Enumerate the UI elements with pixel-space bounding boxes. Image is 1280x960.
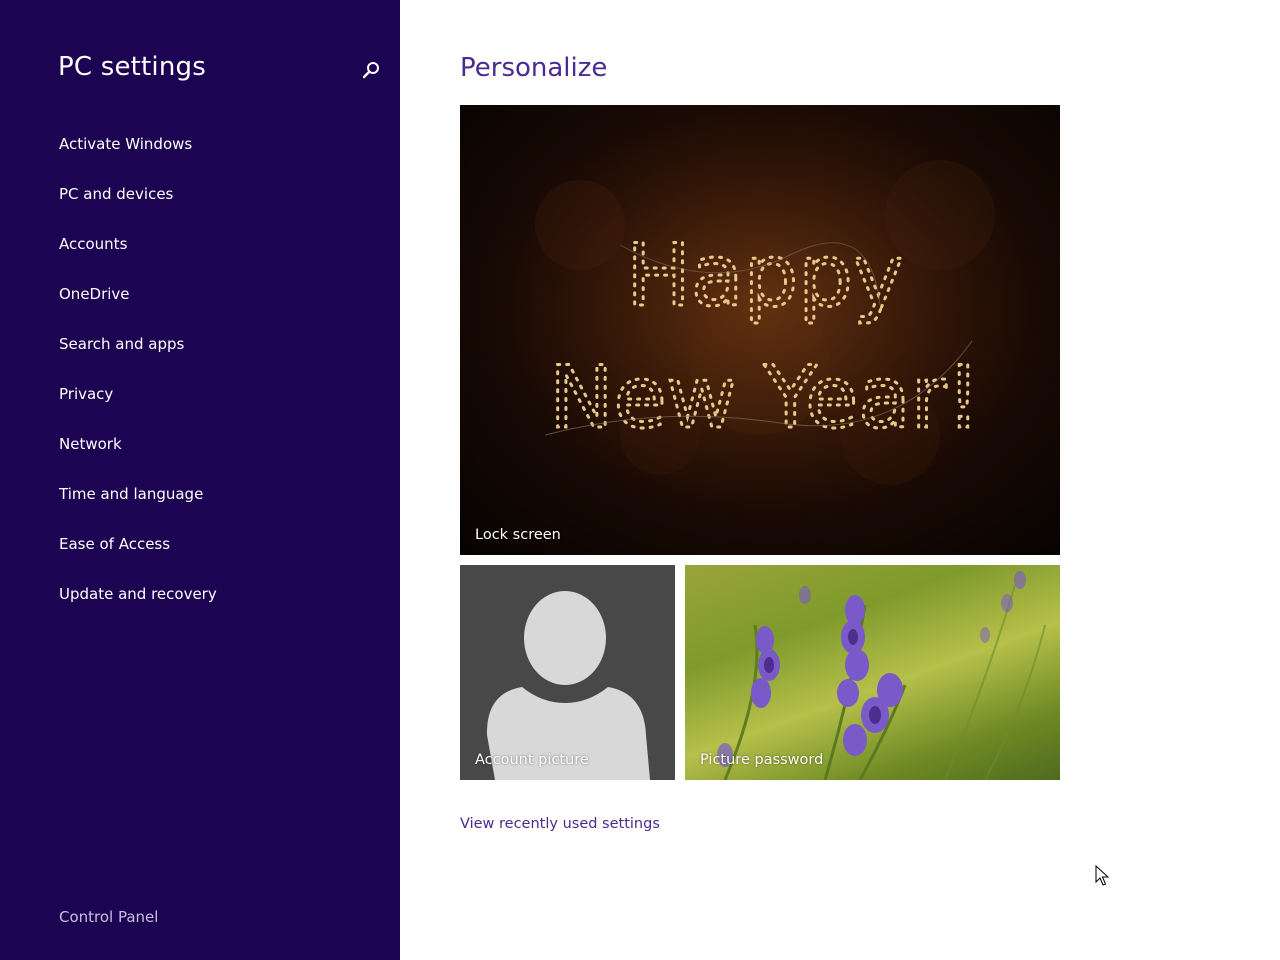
- sidebar-item-activate-windows[interactable]: Activate Windows: [59, 133, 217, 183]
- picture-password-tile[interactable]: Picture password: [685, 565, 1060, 780]
- control-panel-link[interactable]: Control Panel: [59, 908, 158, 926]
- user-silhouette-icon: [486, 591, 650, 780]
- page-title: Personalize: [460, 53, 608, 83]
- view-recent-settings-link[interactable]: View recently used settings: [460, 816, 660, 832]
- sidebar-title: PC settings: [58, 52, 206, 82]
- sidebar-item-update-and-recovery[interactable]: Update and recovery: [59, 583, 217, 633]
- search-icon: [362, 62, 379, 79]
- lock-screen-label: Lock screen: [475, 527, 561, 543]
- lavender-image: [717, 571, 1046, 780]
- sidebar-item-onedrive[interactable]: OneDrive: [59, 283, 217, 333]
- sidebar-item-network[interactable]: Network: [59, 433, 217, 483]
- sidebar-item-time-and-language[interactable]: Time and language: [59, 483, 217, 533]
- sidebar-item-pc-and-devices[interactable]: PC and devices: [59, 183, 217, 233]
- sidebar: PC settings Activate Windows PC and devi…: [0, 0, 400, 960]
- account-picture-label: Account picture: [475, 752, 589, 768]
- search-button[interactable]: [358, 58, 384, 84]
- sidebar-item-ease-of-access[interactable]: Ease of Access: [59, 533, 217, 583]
- sidebar-item-privacy[interactable]: Privacy: [59, 383, 217, 433]
- lock-screen-tile[interactable]: Happy New Year! Lock screen: [460, 105, 1060, 555]
- sidebar-item-accounts[interactable]: Accounts: [59, 233, 217, 283]
- sidebar-item-search-and-apps[interactable]: Search and apps: [59, 333, 217, 383]
- mouse-cursor-icon: [1095, 865, 1110, 886]
- lock-screen-text-line1: Happy: [626, 226, 903, 326]
- lock-screen-text-line2: New Year!: [549, 348, 980, 448]
- sidebar-nav: Activate Windows PC and devices Accounts…: [59, 133, 217, 633]
- account-picture-tile[interactable]: Account picture: [460, 565, 675, 780]
- picture-password-label: Picture password: [700, 752, 824, 768]
- lock-screen-image: Happy New Year!: [460, 105, 1060, 555]
